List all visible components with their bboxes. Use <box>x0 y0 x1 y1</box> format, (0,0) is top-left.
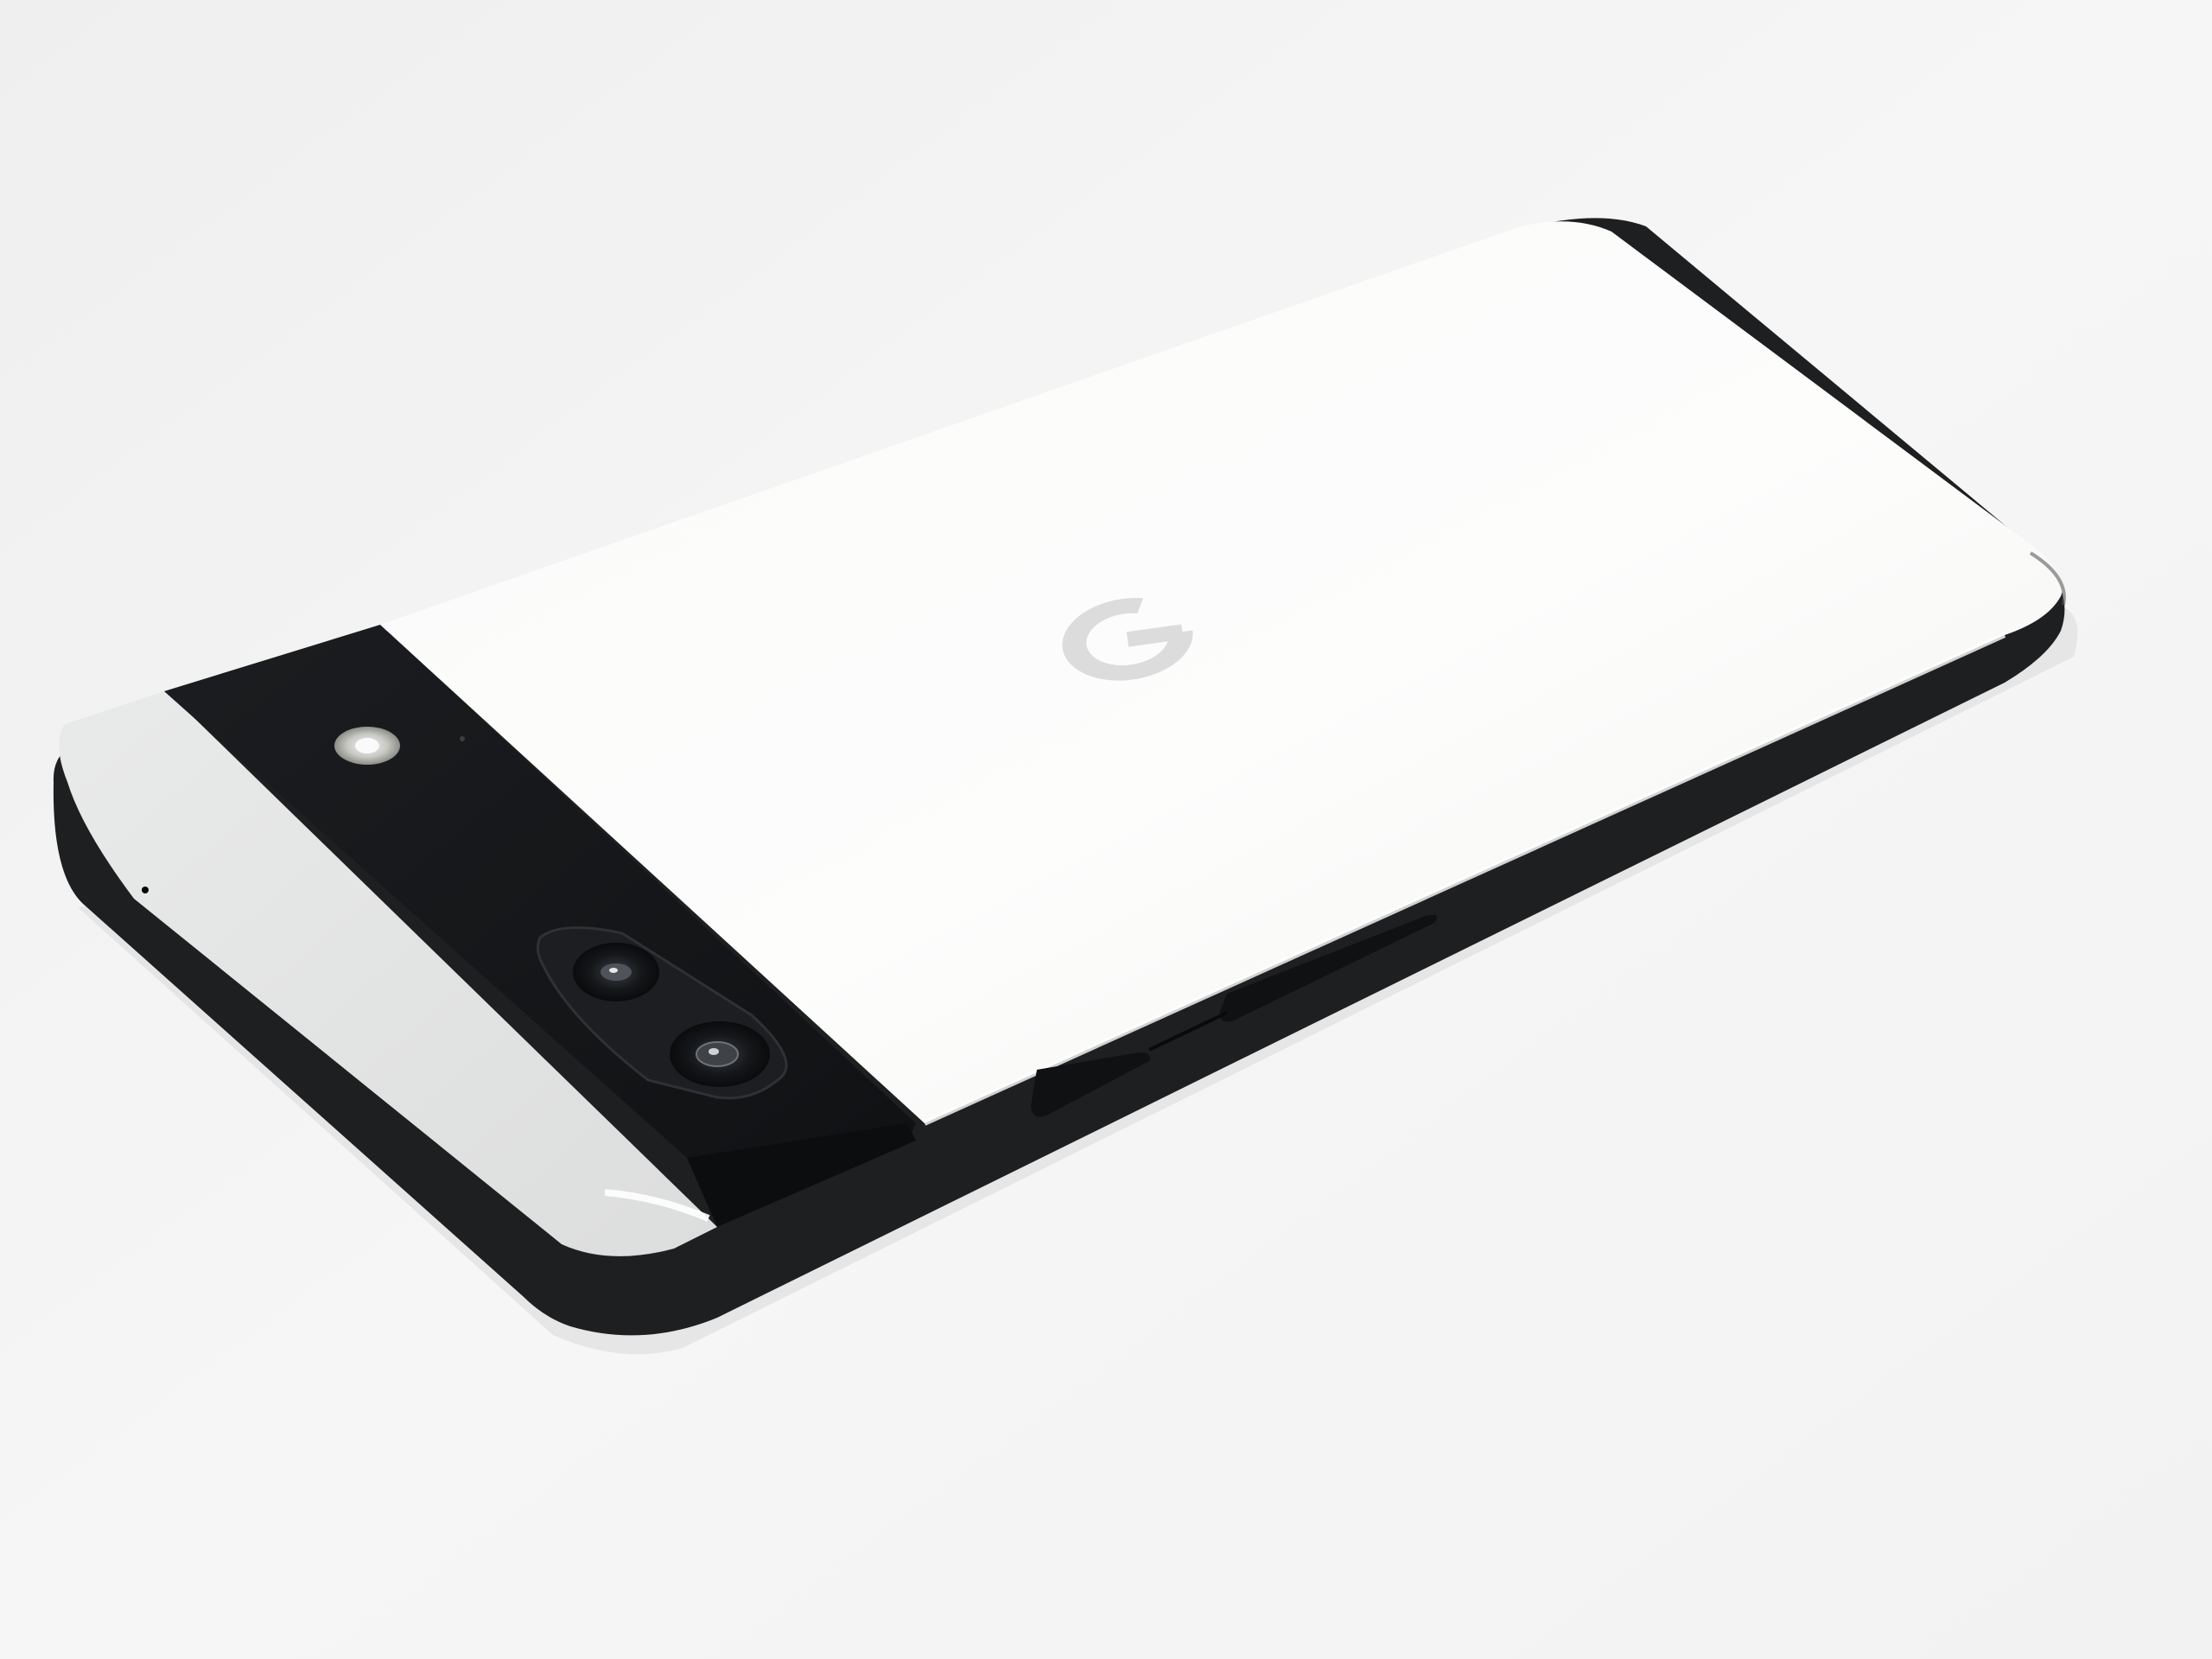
tip-mic-hole <box>142 887 149 893</box>
camera-lens-icon <box>670 1021 770 1087</box>
camera-lens-icon <box>573 943 659 1001</box>
photo-scene <box>0 0 2212 1659</box>
bar-mic-dot <box>460 736 465 741</box>
camera-flash-icon <box>334 727 400 765</box>
